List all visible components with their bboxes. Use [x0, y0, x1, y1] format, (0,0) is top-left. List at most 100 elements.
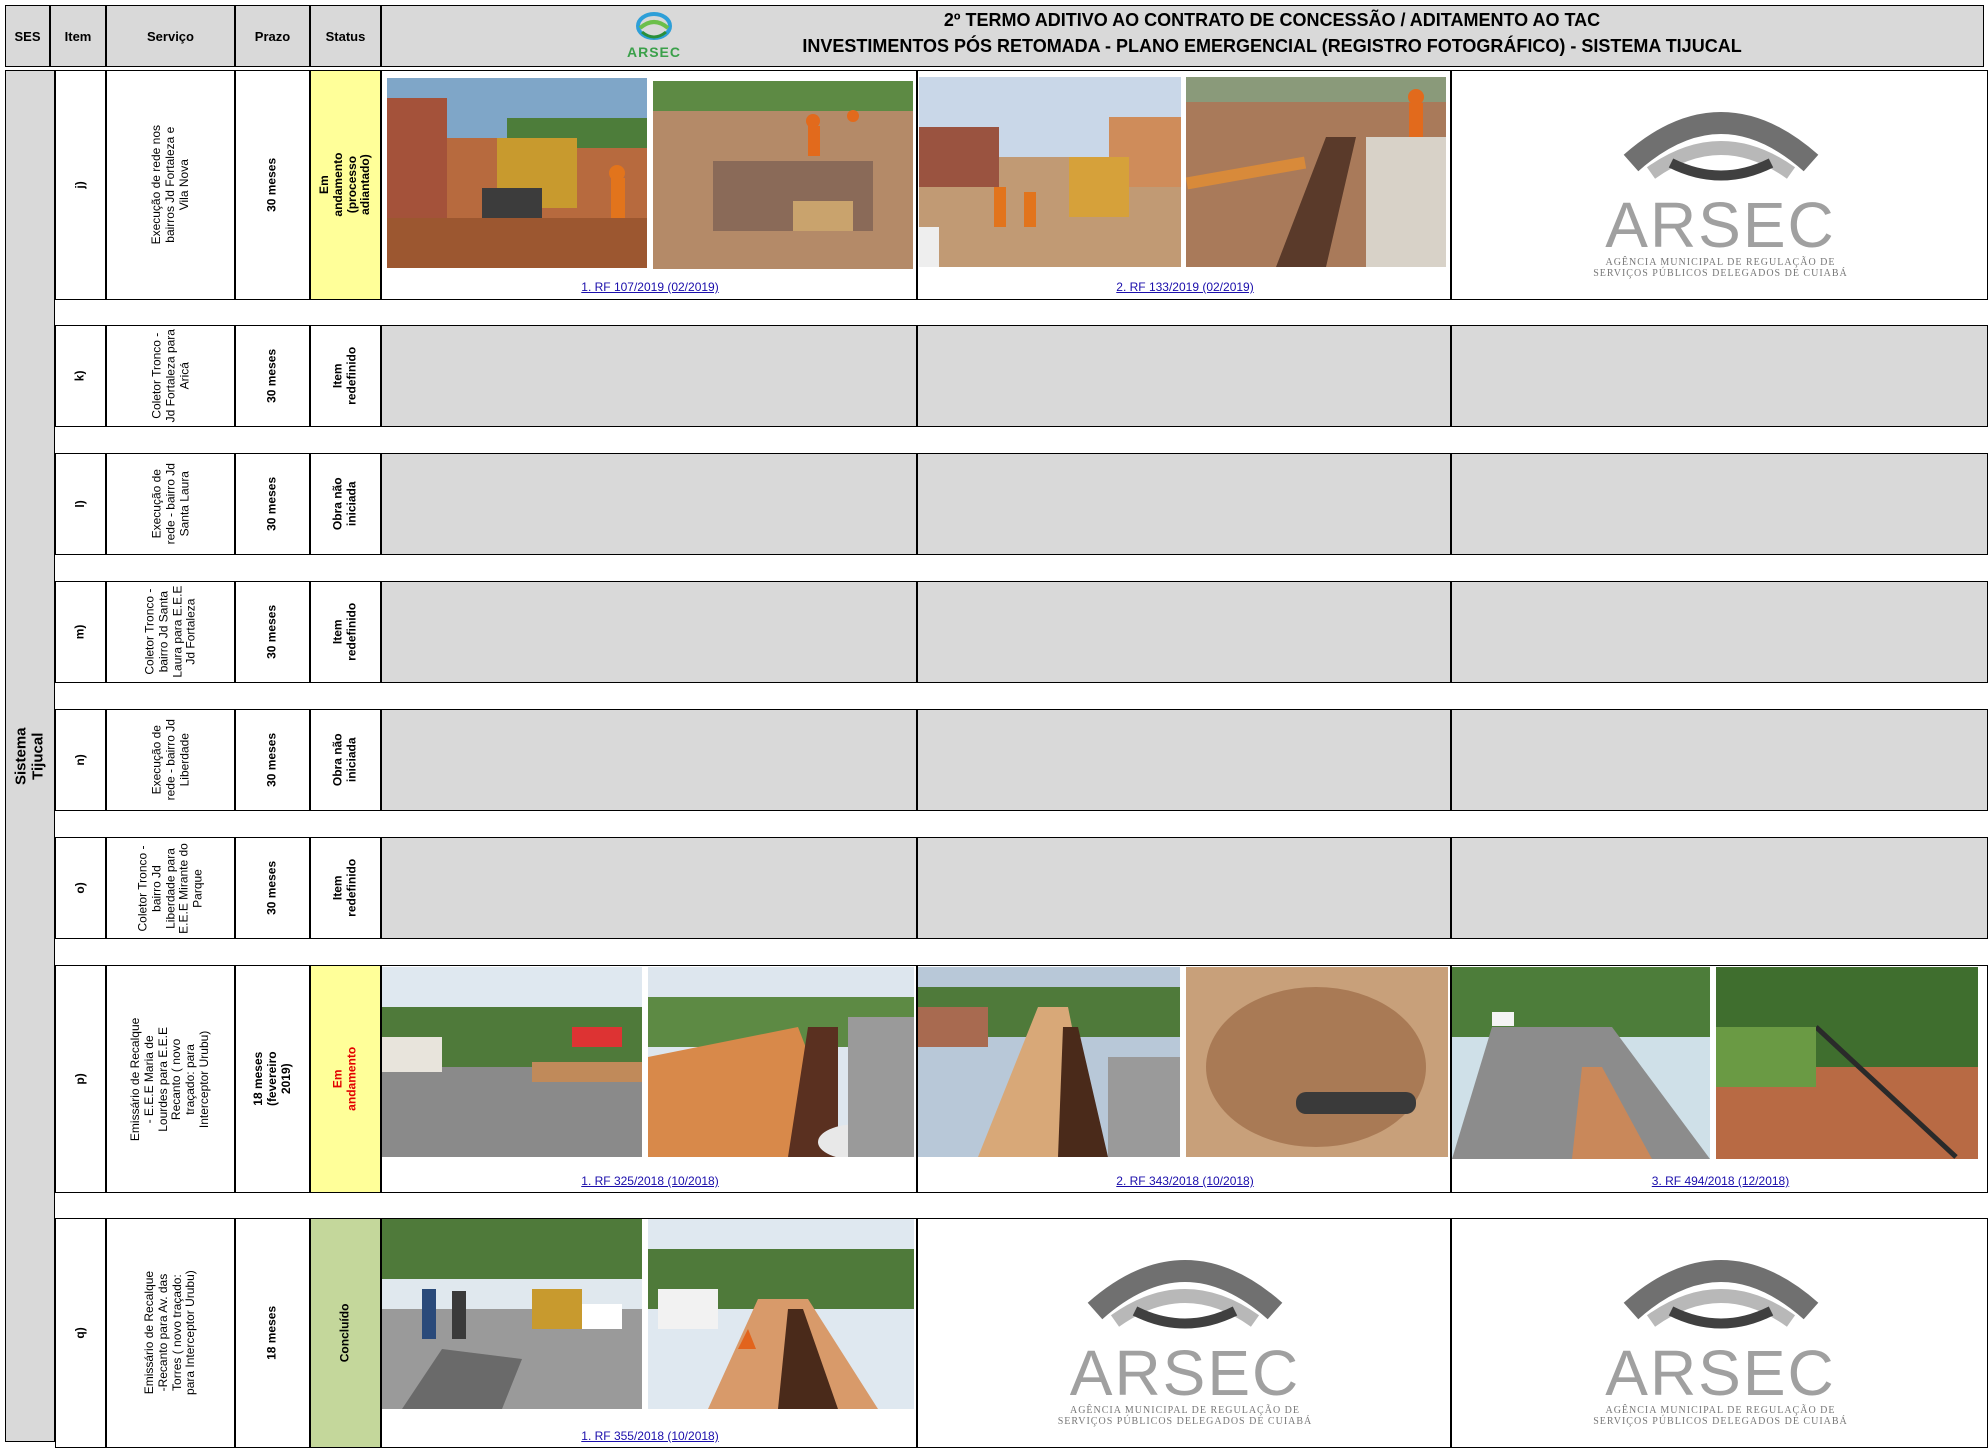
photo-cell-empty [917, 709, 1451, 811]
item-label: n) [72, 754, 87, 766]
photo-cell: 2. RF 343/2018 (10/2018) [917, 965, 1451, 1193]
status-cell: Obra não iniciada [310, 453, 381, 555]
col-header-servico: Serviço [106, 5, 235, 67]
photo-workers-street [382, 1219, 642, 1409]
col-header-status: Status [310, 5, 381, 67]
servico-cell: Coletor Tronco - Jd Fortaleza para Aricá [106, 325, 235, 427]
photo-image [648, 967, 914, 1157]
servico-cell: Coletor Tronco - bairro Jd Liberdade par… [106, 837, 235, 939]
item-cell: j) [55, 70, 106, 300]
prazo-text: 18 meses (fevereiro 2019) [250, 1051, 293, 1107]
item-cell: k) [55, 325, 106, 427]
prazo-text: 30 meses [264, 732, 279, 788]
rf-link[interactable]: 1. RF 107/2019 (02/2019) [382, 280, 916, 294]
photo-paved-road [1452, 967, 1710, 1159]
arsec-logo-icon [1623, 1260, 1818, 1329]
status-badge: Em andamento [330, 1047, 359, 1112]
photo-cell-empty [381, 837, 917, 939]
status-cell: Item redefinido [310, 581, 381, 683]
photo-image [653, 81, 913, 269]
page-title-line1: 2º TERMO ADITIVO AO CONTRATO DE CONCESSÃ… [943, 10, 1601, 30]
prazo-text: 30 meses [264, 476, 279, 532]
arsec-logo-subtitle: AGÊNCIA MUNICIPAL DE REGULAÇÃO DE SERVIÇ… [1593, 257, 1848, 279]
prazo-text: 30 meses [264, 348, 279, 404]
photo-street-intersection [382, 967, 642, 1157]
rf-link[interactable]: 1. RF 355/2018 (10/2018) [382, 1429, 916, 1443]
photo-image [387, 78, 647, 268]
servico-cell: Execução de rede - bairro Jd Santa Laura [106, 453, 235, 555]
col-header-ses: SES [5, 5, 50, 67]
photo-cell-empty [917, 453, 1451, 555]
item-label: p) [72, 1073, 87, 1085]
prazo-text: 30 meses [264, 604, 279, 660]
item-cell: n) [55, 709, 106, 811]
photo-cell-empty [381, 325, 917, 427]
logo-cell: ARSEC AGÊNCIA MUNICIPAL DE REGULAÇÃO DE … [917, 1218, 1451, 1448]
page-title-block: ARSEC 2º TERMO ADITIVO AO CONTRATO DE CO… [381, 5, 1984, 67]
rf-link[interactable]: 2. RF 133/2019 (02/2019) [918, 280, 1450, 294]
status-badge: Obra não iniciada [330, 733, 359, 787]
photo-cell-empty [1451, 453, 1988, 555]
prazo-cell: 18 meses (fevereiro 2019) [235, 965, 310, 1193]
rf-link[interactable]: 1. RF 325/2018 (10/2018) [382, 1174, 916, 1188]
prazo-cell: 30 meses [235, 70, 310, 300]
photo-trench-pipe [1186, 77, 1446, 267]
photo-cell-empty [1451, 837, 1988, 939]
item-label: l) [72, 500, 87, 508]
photo-backhoe-excavation [387, 78, 647, 268]
servico-cell: Execução de rede nos bairros Jd Fortalez… [106, 70, 235, 300]
item-cell: l) [55, 453, 106, 555]
item-label: j) [72, 181, 87, 189]
photo-cell-empty [1451, 709, 1988, 811]
page-title-line2: INVESTIMENTOS PÓS RETOMADA - PLANO EMERG… [802, 36, 1742, 56]
photo-image [648, 1219, 914, 1409]
photo-cell-empty [1451, 325, 1988, 427]
status-cell: Obra não iniciada [310, 709, 381, 811]
photo-cell: 2. RF 133/2019 (02/2019) [917, 70, 1451, 300]
photo-cell-empty [917, 837, 1451, 939]
servico-text: Execução de rede nos bairros Jd Fortalez… [148, 125, 191, 245]
item-label: o) [72, 882, 87, 894]
item-cell: m) [55, 581, 106, 683]
photo-cell-empty [381, 453, 917, 555]
ses-label: Sistema Tijucal [12, 727, 48, 785]
prazo-text: 30 meses [264, 157, 279, 213]
arsec-header-logo: ARSEC [626, 8, 682, 64]
rf-link[interactable]: 2. RF 343/2018 (10/2018) [918, 1174, 1450, 1188]
servico-text: Execução de rede - bairro Jd Santa Laura [148, 463, 191, 545]
photo-cell: 3. RF 494/2018 (12/2018) [1451, 965, 1988, 1193]
servico-cell: Execução de rede - bairro Jd Liberdade [106, 709, 235, 811]
rf-link[interactable]: 3. RF 494/2018 (12/2018) [1452, 1174, 1987, 1188]
arsec-logo: ARSEC AGÊNCIA MUNICIPAL DE REGULAÇÃO DE … [1452, 71, 1987, 299]
status-cell: Concluído [310, 1218, 381, 1448]
photo-cell-empty [381, 709, 917, 811]
photo-image [382, 1219, 642, 1409]
status-badge: Item redefinido [330, 347, 359, 406]
servico-text: Emissário de Recalque - E.E.E Maria de L… [128, 1017, 212, 1141]
photo-cell-empty [917, 581, 1451, 683]
arsec-logo-icon [1087, 1260, 1283, 1329]
status-badge: Concluído [337, 1303, 352, 1363]
servico-text: Coletor Tronco - bairro Jd Santa Laura p… [141, 585, 198, 679]
arsec-logo-icon [1623, 112, 1818, 181]
arsec-logo-word: ARSEC [1605, 1337, 1836, 1409]
photo-trench-dirt [648, 967, 914, 1157]
prazo-cell: 30 meses [235, 837, 310, 939]
item-label: q) [72, 1327, 87, 1339]
arsec-logo-word: ARSEC [1605, 189, 1836, 261]
status-badge: Obra não iniciada [330, 477, 359, 531]
photo-loader-street [919, 77, 1181, 267]
status-cell: Em andamento [310, 965, 381, 1193]
photo-pipe-in-trench [1186, 967, 1448, 1157]
photo-cell: 1. RF 107/2019 (02/2019) [381, 70, 917, 300]
arsec-logo-subtitle: AGÊNCIA MUNICIPAL DE REGULAÇÃO DE SERVIÇ… [1057, 1405, 1313, 1427]
photo-workers-pipe [653, 81, 913, 269]
status-badge: Item redefinido [330, 603, 359, 662]
arsec-header-logo-text: ARSEC [626, 44, 681, 60]
prazo-text: 30 meses [264, 860, 279, 916]
status-cell: Item redefinido [310, 837, 381, 939]
servico-text: Execução de rede - bairro Jd Liberdade [148, 719, 191, 801]
arsec-logo-subtitle: AGÊNCIA MUNICIPAL DE REGULAÇÃO DE SERVIÇ… [1593, 1405, 1848, 1427]
ses-cell: Sistema Tijucal [5, 70, 55, 1442]
prazo-cell: 18 meses [235, 1218, 310, 1448]
